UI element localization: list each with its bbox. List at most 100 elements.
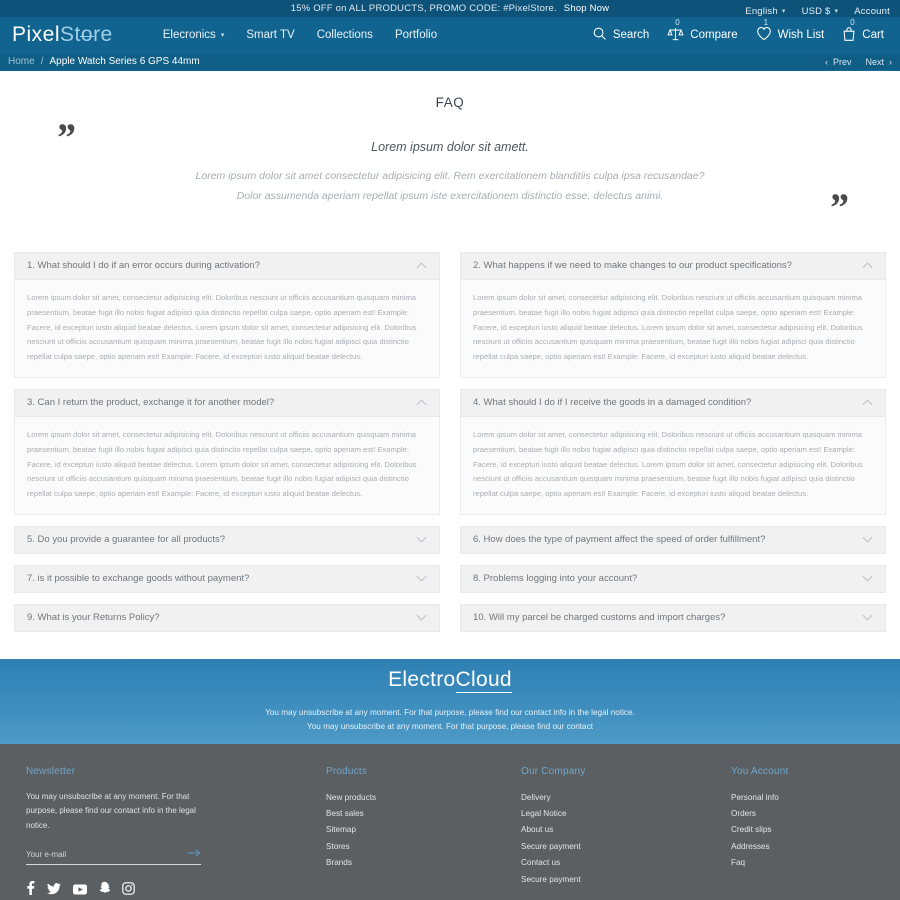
wishlist-label: Wish List xyxy=(777,29,825,42)
nav-item-collections[interactable]: Collections xyxy=(317,29,373,41)
logo-text-o: o xyxy=(79,23,95,47)
main-nav: Elecronics ▾ Smart TV Collections Portfo… xyxy=(163,29,437,41)
search-button[interactable]: Search xyxy=(592,26,649,44)
faq-question-header[interactable]: 1. What should I do if an error occurs d… xyxy=(14,251,440,280)
quote-lead: Lorem ipsum dolor sit amett. xyxy=(371,140,529,155)
chevron-down-icon: ▾ xyxy=(220,32,225,40)
faq-item: 3. Can I return the product, exchange it… xyxy=(14,388,440,515)
quote-open-icon: ” xyxy=(55,115,75,161)
electrocloud-logo[interactable]: ElectroCloud xyxy=(388,667,512,693)
nav-item-portfolio[interactable]: Portfolio xyxy=(395,29,437,41)
faq-question-header[interactable]: 6. How does the type of payment affect t… xyxy=(460,525,886,554)
chevron-down-icon xyxy=(416,575,427,582)
faq-question-text: 5. Do you provide a guarantee for all pr… xyxy=(27,534,226,546)
header-actions: Search 0 Compare 1 Wish List 0 Cart xyxy=(592,18,888,45)
chevron-down-icon: ▾ xyxy=(834,8,839,15)
shop-now-link[interactable]: Shop Now xyxy=(564,3,609,14)
footer-link[interactable]: Best sales xyxy=(326,806,521,822)
cart-button[interactable]: 0 Cart xyxy=(842,18,884,45)
footer-link[interactable]: Secure payment xyxy=(521,839,731,855)
footer-link[interactable]: Delivery xyxy=(521,790,731,806)
snapchat-icon[interactable] xyxy=(99,881,111,900)
next-label: Next xyxy=(865,56,884,67)
faq-item: 5. Do you provide a guarantee for all pr… xyxy=(14,525,440,554)
compare-button[interactable]: 0 Compare xyxy=(667,19,738,44)
faq-item: 6. How does the type of payment affect t… xyxy=(460,525,886,554)
footer-newsletter-text: You may unsubscribe at any moment. For t… xyxy=(26,791,196,831)
faq-answer-body: Lorem ipsum dolor sit amet, consectetur … xyxy=(14,416,440,515)
footer-link[interactable]: Contact us xyxy=(521,855,731,871)
quote-close-icon: ” xyxy=(828,185,848,231)
youtube-icon[interactable] xyxy=(73,882,87,900)
chevron-up-icon xyxy=(416,399,427,406)
prev-product-link[interactable]: ‹ Prev xyxy=(825,57,852,67)
chevron-down-icon xyxy=(416,614,427,621)
account-link[interactable]: Account xyxy=(854,6,890,17)
footer-link[interactable]: Stores xyxy=(326,839,521,855)
chevron-up-icon xyxy=(862,399,873,406)
footer-link[interactable]: Faq xyxy=(731,855,874,871)
nav-item-electronics[interactable]: Elecronics ▾ xyxy=(163,29,225,41)
faq-question-text: 3. Can I return the product, exchange it… xyxy=(27,397,275,409)
faq-question-header[interactable]: 3. Can I return the product, exchange it… xyxy=(14,388,440,417)
faq-question-header[interactable]: 9. What is your Returns Policy? xyxy=(14,603,440,632)
faq-question-text: 7. is it possible to exchange goods with… xyxy=(27,573,250,585)
footer-link[interactable]: About us xyxy=(521,822,731,838)
footer-link[interactable]: Orders xyxy=(731,806,874,822)
faq-question-text: 1. What should I do if an error occurs d… xyxy=(27,260,260,272)
currency-selector[interactable]: USD $ ▾ xyxy=(802,6,839,17)
footer-link[interactable]: Legal Notice xyxy=(521,806,731,822)
breadcrumb-home-link[interactable]: Home xyxy=(8,56,35,67)
cart-label: Cart xyxy=(862,29,884,42)
footer-link[interactable]: New products xyxy=(326,790,521,806)
breadcrumb: Home / Apple Watch Series 6 GPS 44mm ‹ P… xyxy=(0,53,900,72)
logo-text-st: St xyxy=(60,23,81,47)
wishlist-badge: 1 xyxy=(763,18,769,28)
newsletter-band-note-2: You may unsubscribe at any moment. For t… xyxy=(307,722,593,732)
footer-heading-company: Our Company xyxy=(521,765,586,777)
language-selector[interactable]: English ▾ xyxy=(745,6,785,17)
footer-link[interactable]: Sitemap xyxy=(326,822,521,838)
faq-question-text: 9. What is your Returns Policy? xyxy=(27,612,160,624)
chevron-up-icon xyxy=(862,262,873,269)
site-footer: Newsletter You may unsubscribe at any mo… xyxy=(0,743,900,900)
faq-question-header[interactable]: 10. Will my parcel be charged customs an… xyxy=(460,603,886,632)
faq-question-header[interactable]: 5. Do you provide a guarantee for all pr… xyxy=(14,525,440,554)
newsletter-email-input[interactable] xyxy=(26,849,187,859)
footer-link[interactable]: Secure payment xyxy=(521,872,731,888)
newsletter-band-note-1: You may unsubscribe at any moment. For t… xyxy=(265,707,635,717)
chevron-up-icon xyxy=(416,262,427,269)
footer-heading-account: You Account xyxy=(731,765,789,777)
electrocloud-logo-part2: Cloud xyxy=(455,667,512,693)
faq-question-header[interactable]: 8. Problems logging into your account? xyxy=(460,564,886,593)
twitter-icon[interactable] xyxy=(47,882,61,900)
compare-badge: 0 xyxy=(675,18,680,28)
footer-link[interactable]: Addresses xyxy=(731,839,874,855)
newsletter-submit-arrow-icon[interactable] xyxy=(187,848,201,860)
faq-question-header[interactable]: 4. What should I do if I receive the goo… xyxy=(460,388,886,417)
faq-item: 1. What should I do if an error occurs d… xyxy=(14,251,440,378)
breadcrumb-pager: ‹ Prev Next › xyxy=(825,57,892,67)
faq-question-header[interactable]: 7. is it possible to exchange goods with… xyxy=(14,564,440,593)
footer-heading-newsletter: Newsletter xyxy=(26,765,76,777)
faq-question-header[interactable]: 2. What happens if we need to make chang… xyxy=(460,251,886,280)
next-product-link[interactable]: Next › xyxy=(865,57,892,67)
page-root: 15% OFF on ALL PRODUCTS, PROMO CODE: #Pi… xyxy=(0,0,900,900)
search-label: Search xyxy=(612,29,650,42)
search-icon xyxy=(592,26,607,44)
wishlist-button[interactable]: 1 Wish List xyxy=(756,19,825,44)
faq-question-text: 8. Problems logging into your account? xyxy=(473,573,638,585)
faq-question-text: 10. Will my parcel be charged customs an… xyxy=(473,612,726,624)
instagram-icon[interactable] xyxy=(122,881,135,900)
nav-item-smart-tv[interactable]: Smart TV xyxy=(246,29,294,41)
faq-intro-quote: ” ” Lorem ipsum dolor sit amett. Lorem i… xyxy=(0,118,900,228)
facebook-icon[interactable] xyxy=(26,881,35,900)
faq-question-text: 6. How does the type of payment affect t… xyxy=(473,534,766,546)
faq-answer-body: Lorem ipsum dolor sit amet, consectetur … xyxy=(460,279,886,378)
site-logo[interactable]: Pixel St o re xyxy=(12,23,113,47)
footer-link[interactable]: Brands xyxy=(326,855,521,871)
footer-link[interactable]: Personal info xyxy=(731,790,874,806)
chevron-down-icon: ▾ xyxy=(781,8,786,15)
newsletter-form xyxy=(26,848,201,865)
footer-link[interactable]: Credit slips xyxy=(731,822,874,838)
